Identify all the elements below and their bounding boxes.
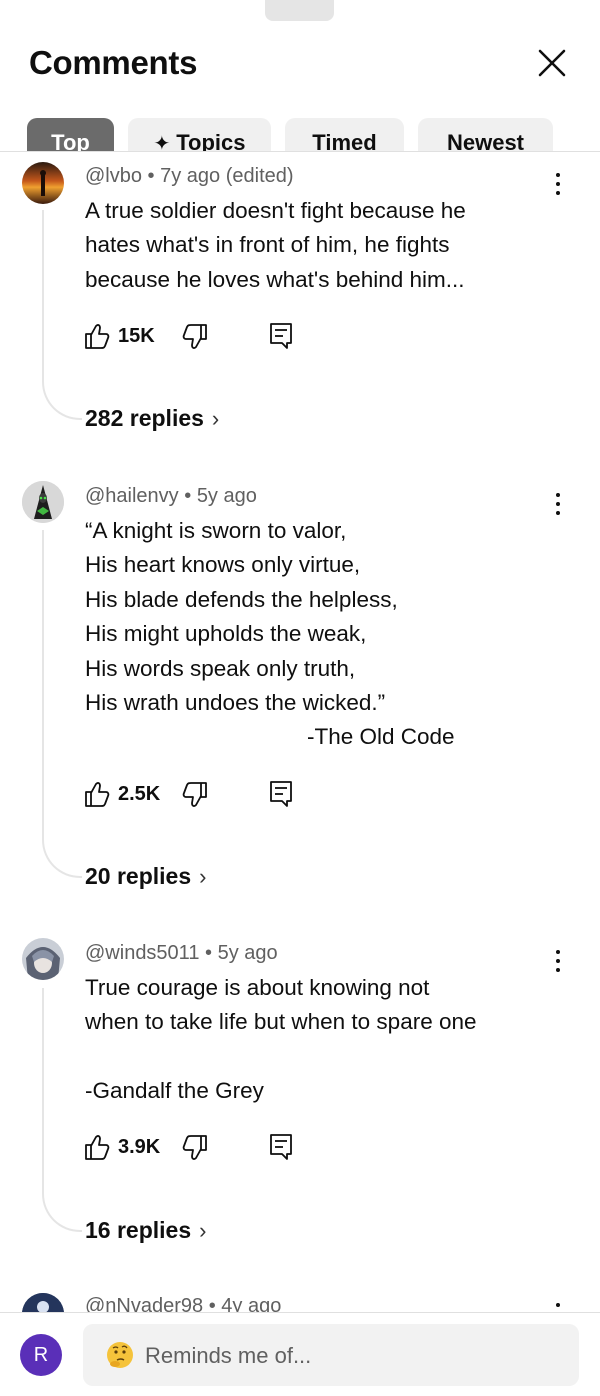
comment-actions: 15K [84,321,324,353]
tab-topics[interactable]: ✦ Topics [128,118,271,152]
like-icon[interactable] [84,321,110,351]
comment-signature: -The Old Code [307,724,455,750]
chevron-right-icon: › [199,864,207,889]
comment-input[interactable]: Reminds me of... [83,1324,579,1386]
chevron-right-icon: › [211,406,220,431]
dislike-icon[interactable] [182,322,208,352]
comment-meta: @nNvader98 • 4y ago [85,1295,281,1312]
avatar[interactable] [22,1293,64,1312]
divider [0,1312,600,1313]
comment-author[interactable]: @nNvader98 [85,1295,203,1312]
avatar[interactable] [22,162,64,204]
view-replies-button[interactable]: 282 replies › [85,405,219,432]
tab-newest[interactable]: Newest [418,118,553,152]
avatar[interactable] [22,938,64,980]
dislike-icon[interactable] [182,1133,208,1163]
like-count: 2.5K [118,783,161,805]
comment-meta: @hailenvy • 5y ago [85,485,257,507]
comment-meta: @lvbo • 7y ago (edited) [85,165,294,187]
comment-body: “A knight is sworn to valor, His heart k… [85,514,565,755]
sparkle-icon: ✦ [153,133,171,152]
more-options-icon[interactable] [546,1301,570,1312]
reply-icon[interactable] [268,321,294,351]
comment-author[interactable]: @lvbo [85,165,142,187]
like-count: 15K [118,325,155,347]
comment-body: A true soldier doesn't fight because he … [85,198,466,292]
reply-icon[interactable] [268,1132,294,1162]
comment-input-placeholder: Reminds me of... [145,1343,312,1368]
chevron-right-icon: › [199,1218,207,1243]
comment-author[interactable]: @winds5011 [85,942,199,964]
sheet-title: Comments [29,44,198,81]
tab-timed[interactable]: Timed [285,118,404,152]
tab-top[interactable]: Top [27,118,114,152]
reply-icon[interactable] [268,779,294,809]
like-icon[interactable] [84,779,110,809]
close-icon[interactable] [532,43,572,83]
dislike-icon[interactable] [182,780,208,810]
comment-thread-partial: @nNvader98 • 4y ago [0,1290,600,1312]
like-icon[interactable] [84,1132,110,1162]
thread-line [42,530,82,878]
comment-author[interactable]: @hailenvy [85,485,179,507]
thinking-face-icon[interactable] [105,1340,135,1370]
drag-handle[interactable] [265,0,334,21]
thread-line [42,210,82,420]
filter-tabs: Top ✦ Topics Timed Newest [0,100,600,152]
like-count: 3.9K [118,1136,161,1158]
comment-meta: @winds5011 • 5y ago [85,942,278,964]
thread-line [42,988,82,1232]
view-replies-button[interactable]: 16 replies › [85,1217,206,1244]
comment-body: True courage is about knowing not when t… [85,975,477,1104]
divider [0,151,600,152]
view-replies-button[interactable]: 20 replies › [85,863,206,890]
user-avatar[interactable]: R [20,1334,62,1376]
avatar[interactable] [22,481,64,523]
comment-actions: 2.5K [84,779,324,811]
comment-actions: 3.9K [84,1132,324,1164]
